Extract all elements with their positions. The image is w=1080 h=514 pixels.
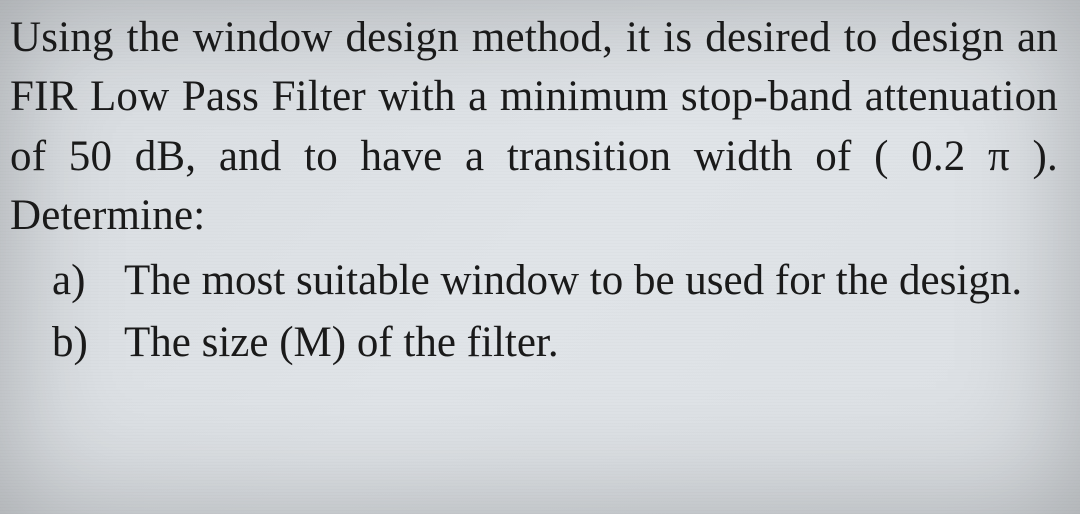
part-b-text: The size (M) of the filter. — [124, 313, 1058, 372]
problem-part-b: b) The size (M) of the filter. — [52, 313, 1058, 372]
problem-intro: Using the window design method, it is de… — [10, 8, 1058, 245]
problem-content: Using the window design method, it is de… — [10, 8, 1058, 372]
problem-part-a: a) The most suitable window to be used f… — [52, 251, 1058, 310]
part-a-text: The most suitable window to be used for … — [124, 251, 1058, 310]
part-b-marker: b) — [52, 313, 124, 372]
problem-subparts: a) The most suitable window to be used f… — [10, 251, 1058, 372]
part-a-marker: a) — [52, 251, 124, 310]
